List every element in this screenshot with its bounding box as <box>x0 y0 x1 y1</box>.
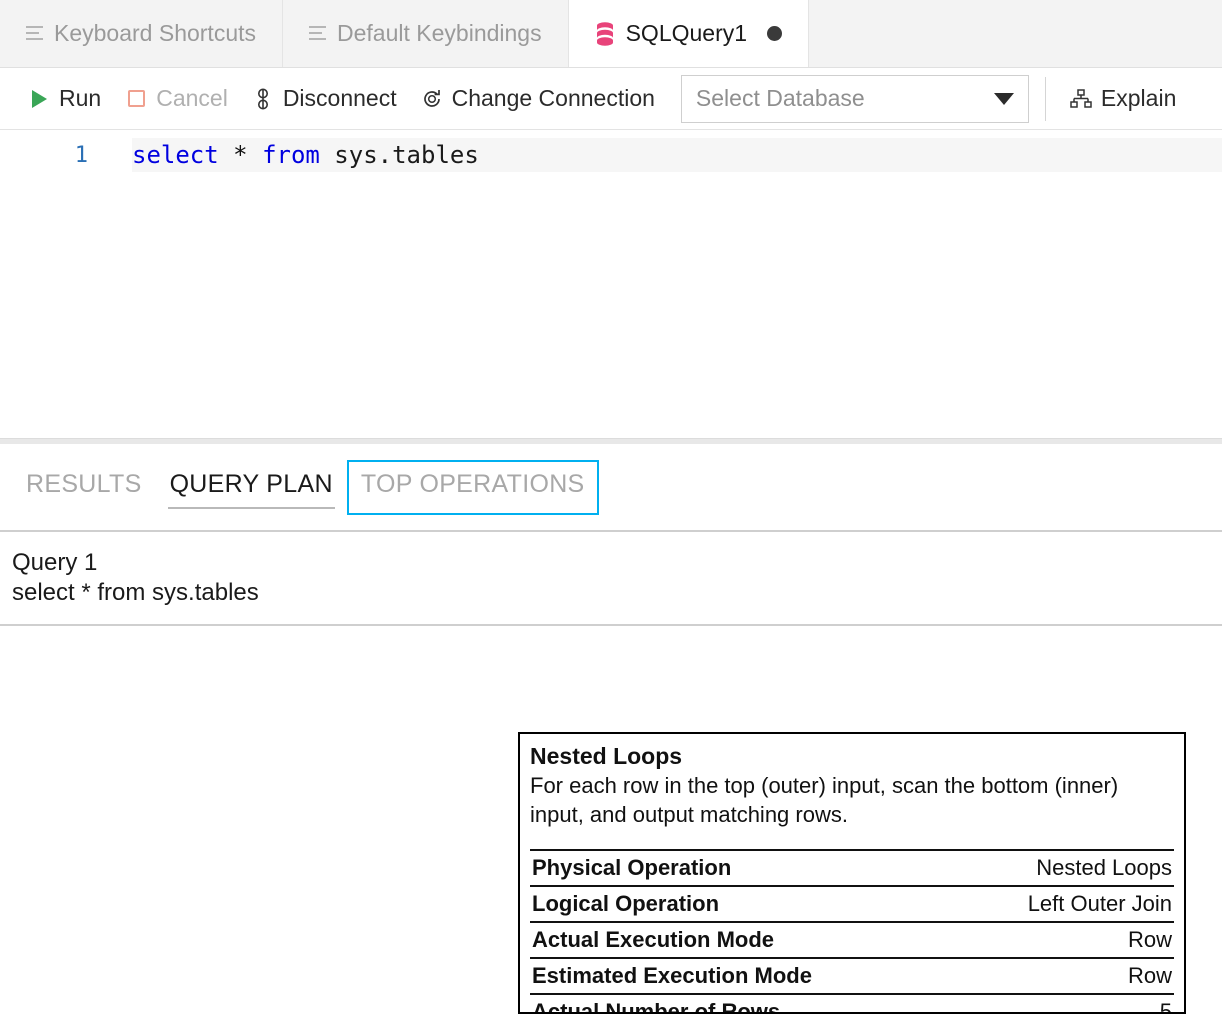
tab-label: Default Keybindings <box>337 20 542 47</box>
change-connection-button[interactable]: Change Connection <box>409 77 667 121</box>
plan-node-tooltip: Nested Loops For each row in the top (ou… <box>518 732 1186 1014</box>
sql-editor[interactable]: 1 select * from sys.tables <box>0 130 1222 438</box>
tab-query-plan[interactable]: QUERY PLAN <box>156 460 347 515</box>
run-label: Run <box>59 85 101 112</box>
tooltip-property-value: Left Outer Join <box>953 886 1174 922</box>
change-connection-label: Change Connection <box>452 85 655 112</box>
tooltip-property-row: Actual Execution ModeRow <box>530 922 1174 958</box>
line-number: 1 <box>0 130 110 174</box>
sql-keyword-from: from <box>262 141 320 169</box>
tooltip-property-value: 5 <box>953 994 1174 1014</box>
tab-bar: Keyboard Shortcuts Default Keybindings S… <box>0 0 1222 68</box>
sql-operator-star: * <box>219 141 262 169</box>
tab-keyboard-shortcuts[interactable]: Keyboard Shortcuts <box>0 0 283 67</box>
tooltip-property-key: Actual Execution Mode <box>530 922 953 958</box>
tooltip-property-row: Physical OperationNested Loops <box>530 850 1174 886</box>
sql-identifier-table: sys.tables <box>320 141 479 169</box>
tooltip-property-value: Row <box>953 922 1174 958</box>
tooltip-title: Nested Loops <box>530 742 1174 771</box>
results-tab-bar: RESULTS QUERY PLAN TOP OPERATIONS <box>0 444 1222 522</box>
tooltip-description: For each row in the top (outer) input, s… <box>530 771 1174 829</box>
tooltip-property-key: Actual Number of Rows <box>530 994 953 1014</box>
cancel-button[interactable]: Cancel <box>113 77 240 121</box>
tooltip-property-key: Estimated Execution Mode <box>530 958 953 994</box>
tab-sqlquery1[interactable]: SQLQuery1 <box>569 0 809 67</box>
tab-label: SQLQuery1 <box>626 20 747 47</box>
database-select[interactable]: Select Database <box>681 75 1029 123</box>
disconnect-plug-icon <box>252 88 274 110</box>
disconnect-button[interactable]: Disconnect <box>240 77 409 121</box>
tab-results[interactable]: RESULTS <box>12 460 156 515</box>
tooltip-property-value: Row <box>953 958 1174 994</box>
chevron-down-icon <box>994 93 1014 105</box>
sql-keyword-select: select <box>132 141 219 169</box>
tab-label: Keyboard Shortcuts <box>54 20 256 47</box>
tooltip-property-row: Estimated Execution ModeRow <box>530 958 1174 994</box>
disconnect-label: Disconnect <box>283 85 397 112</box>
query-statement: select * from sys.tables <box>12 578 1210 608</box>
tab-top-operations-label: TOP OPERATIONS <box>361 470 585 498</box>
tooltip-property-key: Logical Operation <box>530 886 953 922</box>
tab-query-plan-label: QUERY PLAN <box>170 470 333 498</box>
tab-top-operations[interactable]: TOP OPERATIONS <box>347 460 599 515</box>
unsaved-indicator-icon <box>767 26 782 41</box>
hierarchy-icon <box>1070 88 1092 110</box>
stop-square-icon <box>125 88 147 110</box>
query-plan-header: Query 1 select * from sys.tables <box>0 532 1222 614</box>
tooltip-property-row: Logical OperationLeft Outer Join <box>530 886 1174 922</box>
database-icon <box>595 22 615 46</box>
query-toolbar: Run Cancel Disconnect <box>0 68 1222 130</box>
sql-editor-window: Keyboard Shortcuts Default Keybindings S… <box>0 0 1222 1014</box>
code-line-1[interactable]: select * from sys.tables <box>132 138 1222 172</box>
play-icon <box>28 88 50 110</box>
tooltip-properties-table: Physical OperationNested LoopsLogical Op… <box>530 849 1174 1014</box>
cancel-label: Cancel <box>156 85 228 112</box>
hamburger-icon <box>309 26 326 41</box>
database-select-value: Select Database <box>696 85 994 112</box>
tab-default-keybindings[interactable]: Default Keybindings <box>283 0 569 67</box>
query-title: Query 1 <box>12 548 1210 578</box>
toolbar-divider <box>1045 77 1046 121</box>
explain-label: Explain <box>1101 85 1176 112</box>
run-button[interactable]: Run <box>16 77 113 121</box>
hamburger-icon <box>26 26 43 41</box>
tooltip-property-value: Nested Loops <box>953 850 1174 886</box>
tooltip-property-row: Actual Number of Rows5 <box>530 994 1174 1014</box>
refresh-connection-icon <box>421 88 443 110</box>
explain-button[interactable]: Explain <box>1058 77 1188 121</box>
tooltip-property-key: Physical Operation <box>530 850 953 886</box>
tab-results-label: RESULTS <box>26 470 142 498</box>
